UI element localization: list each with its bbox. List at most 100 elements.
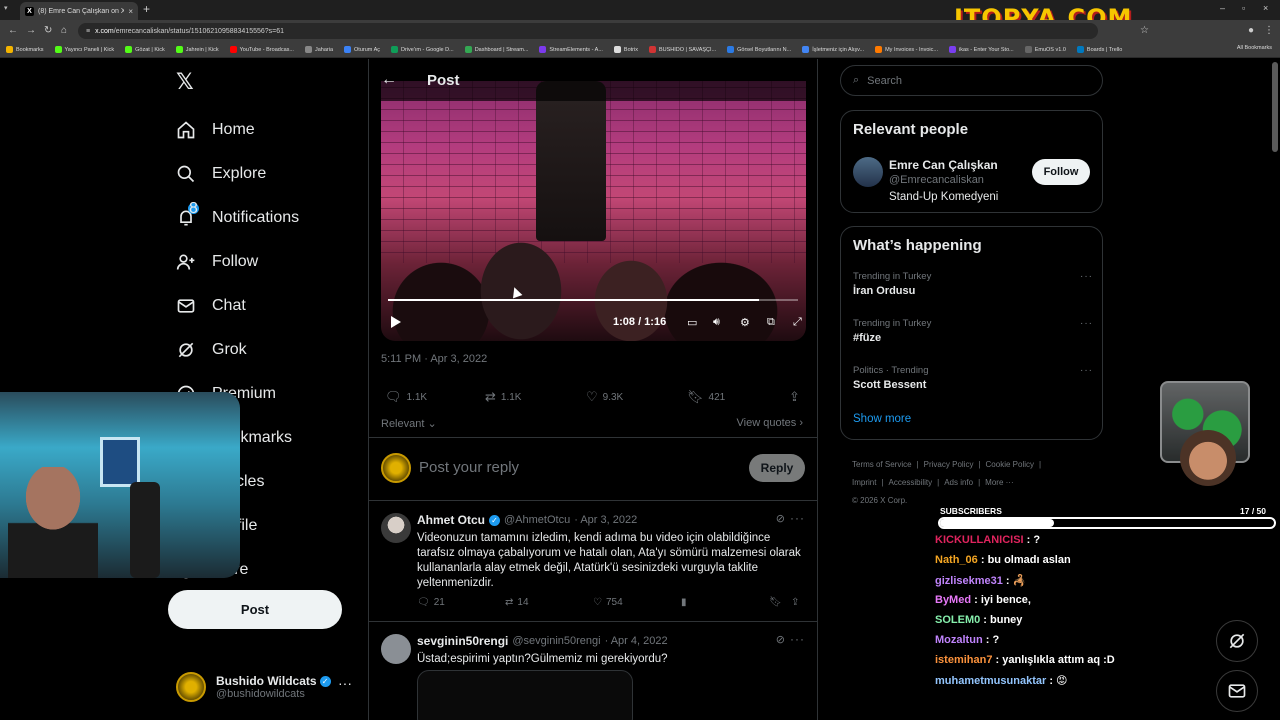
page-scrollbar[interactable] <box>1272 62 1278 152</box>
bookmark-item[interactable]: YouTube - Broadcas... <box>229 46 294 53</box>
browser-tab[interactable]: X (8) Emre Can Çalışkan on X × <box>20 2 138 20</box>
bookmark-item[interactable]: BUSHIDO | SAVAŞÇI... <box>648 46 716 53</box>
trend-item[interactable]: Politics · Trending Scott Bessent ··· <box>853 365 1093 399</box>
minimize-button[interactable]: – <box>1220 3 1225 13</box>
tab-close-icon[interactable]: × <box>128 7 133 16</box>
reply-more-icon[interactable]: ··· <box>790 632 805 646</box>
footer-link[interactable]: Imprint <box>852 478 876 487</box>
url-field[interactable]: ≡ x.com/emrecancaliskan/status/151062109… <box>78 23 1098 39</box>
account-switcher[interactable]: Bushido Wildcats ✓ @bushidowildcats ··· <box>176 669 356 705</box>
footer-link[interactable]: Accessibility <box>889 478 933 487</box>
close-window-button[interactable]: × <box>1263 3 1268 13</box>
footer-link[interactable]: Ads info <box>944 478 973 487</box>
reply-input[interactable]: Post your reply <box>419 459 519 476</box>
post-timestamp[interactable]: 5:11 PM · Apr 3, 2022 <box>381 353 487 365</box>
video-progress-bar[interactable] <box>388 299 798 301</box>
settings-gear-icon[interactable]: ⚙ <box>740 316 750 329</box>
trend-more-icon[interactable]: ··· <box>1080 365 1093 376</box>
volume-icon[interactable]: 🔊︎ <box>713 316 720 329</box>
captions-icon[interactable]: ▭ <box>687 316 697 329</box>
reply-date[interactable]: · Apr 3, 2022 <box>574 514 637 526</box>
bookmark-star-icon[interactable]: ☆ <box>1140 25 1149 36</box>
bookmark-item[interactable]: My Invoices - Invoic... <box>875 46 938 53</box>
footer-link[interactable]: More ··· <box>985 478 1013 487</box>
reply-date[interactable]: · Apr 4, 2022 <box>605 635 668 647</box>
list-item[interactable]: sevginin50rengi @sevginin50rengi · Apr 4… <box>369 622 817 720</box>
avatar[interactable] <box>381 634 411 664</box>
repost-action[interactable]: ⇄ 1.1K <box>485 389 521 405</box>
tab-search-icon[interactable]: ▾ <box>4 4 8 12</box>
account-more-icon[interactable]: ··· <box>338 675 352 691</box>
bookmark-item[interactable]: Oturum Aç <box>344 46 380 53</box>
messages-fab[interactable] <box>1216 670 1258 712</box>
home-icon[interactable]: ⌂ <box>61 25 67 36</box>
grok-icon[interactable]: ⊘ <box>776 633 785 646</box>
avatar[interactable] <box>853 157 883 187</box>
grok-icon[interactable]: ⊘ <box>776 512 785 525</box>
back-arrow-icon[interactable]: ← <box>8 25 18 36</box>
reload-icon[interactable]: ↻ <box>44 25 52 36</box>
bookmark-item[interactable]: Yayıncı Paneli | Kick <box>54 46 114 53</box>
trend-item[interactable]: Trending in Turkey İran Ordusu ··· <box>853 271 1093 305</box>
like-action[interactable]: ♡ 754 <box>593 597 623 608</box>
bookmark-item[interactable]: Jahrein | Kick <box>175 46 219 53</box>
sidebar-item-notifications[interactable]: 8 Notifications <box>176 200 366 236</box>
reply-button[interactable]: Reply <box>749 454 805 482</box>
repost-action[interactable]: ⇄ 14 <box>505 597 529 608</box>
bookmark-item[interactable]: Gözat | Kick <box>125 46 165 53</box>
grok-fab[interactable] <box>1216 620 1258 662</box>
bookmark-item[interactable]: Boards | Trello <box>1076 46 1122 53</box>
bookmark-item[interactable]: StreamElements - A... <box>539 46 603 53</box>
bookmark-item[interactable]: Botrix <box>613 46 638 53</box>
reply-media[interactable] <box>417 670 633 720</box>
bookmark-action[interactable]: 🔖︎ <box>769 597 782 608</box>
footer-link[interactable]: Cookie Policy <box>986 460 1034 469</box>
share-action[interactable]: ⇪ <box>791 597 799 608</box>
sort-replies-dropdown[interactable]: Relevant ⌄ <box>381 417 437 430</box>
post-button[interactable]: Post <box>168 590 342 629</box>
site-info-icon[interactable]: ≡ <box>86 28 90 35</box>
trend-more-icon[interactable]: ··· <box>1080 271 1093 282</box>
share-action[interactable]: ⇪ <box>789 389 800 405</box>
show-more-link[interactable]: Show more <box>853 413 911 425</box>
picture-in-picture-icon[interactable]: ⧉ <box>767 316 775 329</box>
bookmark-action[interactable]: 🔖︎ 421 <box>687 389 725 405</box>
bookmark-item[interactable]: İşletmeniz için Alışv... <box>802 46 864 53</box>
sidebar-item-chat[interactable]: Chat <box>176 288 366 324</box>
follow-button[interactable]: Follow <box>1032 159 1090 185</box>
bookmark-item[interactable]: Bookmarks <box>6 46 44 53</box>
bookmark-item[interactable]: Jaharia <box>304 46 333 53</box>
view-quotes-link[interactable]: View quotes › <box>737 417 803 429</box>
trend-more-icon[interactable]: ··· <box>1080 318 1093 329</box>
reply-author-name[interactable]: Ahmet Otcu <box>417 513 485 527</box>
video-player[interactable]: 1:08 / 1:16 ▭ 🔊︎ ⚙ ⧉ ⤢ <box>381 81 806 341</box>
trend-item[interactable]: Trending in Turkey #füze ··· <box>853 318 1093 352</box>
forward-arrow-icon[interactable]: → <box>26 25 36 36</box>
reply-author-name[interactable]: sevginin50rengi <box>417 634 508 648</box>
profile-avatar[interactable]: ● <box>1248 25 1254 36</box>
sidebar-item-follow[interactable]: Follow <box>176 244 366 280</box>
footer-link[interactable]: Terms of Service <box>852 460 912 469</box>
x-logo-icon[interactable]: 𝕏 <box>176 71 198 93</box>
analytics-action[interactable]: ▮ <box>681 597 687 608</box>
maximize-button[interactable]: ▫ <box>1242 3 1245 13</box>
fullscreen-icon[interactable]: ⤢ <box>793 316 802 329</box>
list-item[interactable]: Ahmet Otcu ✓ @AhmetOtcu · Apr 3, 2022 ⊘ … <box>369 501 817 622</box>
browser-menu-icon[interactable]: ⋮ <box>1264 25 1274 36</box>
reply-more-icon[interactable]: ··· <box>790 511 805 525</box>
sidebar-item-grok[interactable]: Grok <box>176 332 366 368</box>
sidebar-item-explore[interactable]: Explore <box>176 156 366 192</box>
reply-action[interactable]: 🗨︎ 1.1K <box>385 389 427 405</box>
reply-action[interactable]: 🗨︎ 21 <box>417 597 445 608</box>
footer-link[interactable]: Privacy Policy <box>924 460 974 469</box>
bookmark-item[interactable]: Görsel Boyutlarını N... <box>727 46 791 53</box>
back-arrow-icon[interactable]: ← <box>381 71 397 89</box>
bookmark-item[interactable]: ikas - Enter Your Sto... <box>948 46 1014 53</box>
bookmark-item[interactable]: Dashboard | Stream... <box>464 46 528 53</box>
like-action[interactable]: ♡ 9.3K <box>586 389 623 405</box>
bookmark-item[interactable]: Drive'ım - Google D... <box>391 46 454 53</box>
new-tab-button[interactable]: + <box>143 2 150 16</box>
bookmark-item[interactable]: EmuOS v1.0 <box>1024 46 1066 53</box>
play-icon[interactable] <box>391 316 401 328</box>
all-bookmarks-link[interactable]: All Bookmarks <box>1237 45 1272 51</box>
